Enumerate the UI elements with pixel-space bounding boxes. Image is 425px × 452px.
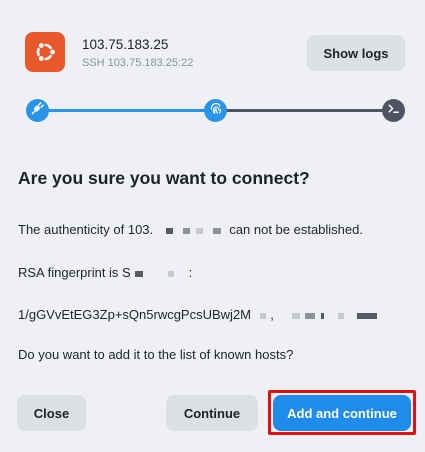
rsa-fingerprint-label: RSA fingerprint is S : (18, 265, 192, 280)
show-logs-button[interactable]: Show logs (307, 35, 405, 71)
authenticity-suffix: can not be established. (229, 222, 363, 237)
authenticity-prefix: The authenticity of 103. (18, 222, 154, 237)
fingerprint-value: 1/gGVvEtEG3Zp+sQn5rwcgPcsUBwj2M , (18, 307, 378, 322)
step-terminal (382, 99, 405, 122)
rsa-prefix: RSA fingerprint is S (18, 265, 131, 280)
fingerprint-separator: , (270, 307, 274, 322)
step-verify (204, 99, 227, 122)
terminal-icon (387, 102, 400, 120)
fingerprint-text: 1/gGVvEtEG3Zp+sQn5rwcgPcsUBwj2M (18, 307, 251, 322)
ubuntu-icon (25, 32, 65, 72)
dialog-title: Are you sure you want to connect? (18, 168, 310, 188)
continue-button[interactable]: Continue (166, 395, 258, 431)
highlight-box (268, 390, 416, 435)
progress-line-pending (215, 109, 393, 112)
redacted-hash-type (134, 265, 178, 280)
host-header: 103.75.183.25 SSH 103.75.183.25:22 Show … (0, 0, 425, 100)
authenticity-message: The authenticity of 103. can not be esta… (18, 222, 363, 237)
known-hosts-question: Do you want to add it to the list of kno… (18, 347, 294, 362)
step-connect (26, 99, 49, 122)
connection-progress (0, 95, 425, 127)
progress-line-complete (37, 109, 215, 112)
redacted-ip (165, 222, 226, 237)
close-button[interactable]: Close (17, 395, 86, 431)
host-ssh-address: SSH 103.75.183.25:22 (82, 57, 194, 69)
redacted-fingerprint: , (259, 307, 378, 322)
rsa-suffix: : (188, 265, 193, 280)
host-name: 103.75.183.25 (82, 37, 169, 52)
fingerprint-icon (209, 101, 223, 120)
plug-icon (31, 101, 44, 120)
